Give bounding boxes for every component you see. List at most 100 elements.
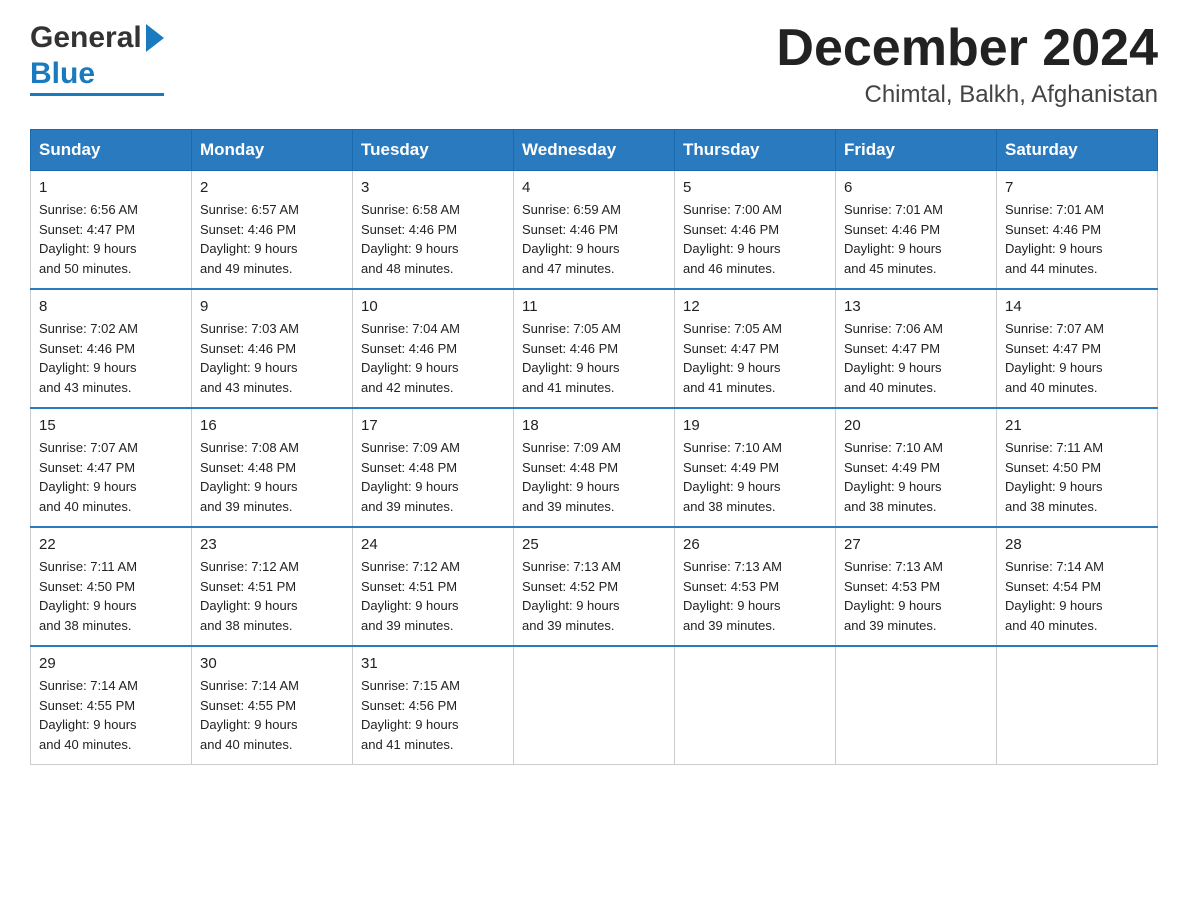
day-of-week-header: Monday	[192, 130, 353, 171]
day-number: 21	[1005, 417, 1149, 434]
day-info: Sunrise: 7:15 AMSunset: 4:56 PMDaylight:…	[361, 676, 505, 754]
month-title: December 2024	[776, 20, 1158, 77]
day-number: 7	[1005, 179, 1149, 196]
day-info: Sunrise: 7:13 AMSunset: 4:53 PMDaylight:…	[844, 557, 988, 635]
day-info: Sunrise: 7:11 AMSunset: 4:50 PMDaylight:…	[1005, 438, 1149, 516]
day-number: 4	[522, 179, 666, 196]
day-number: 1	[39, 179, 183, 196]
day-number: 14	[1005, 298, 1149, 315]
day-number: 20	[844, 417, 988, 434]
day-info: Sunrise: 7:14 AMSunset: 4:55 PMDaylight:…	[39, 676, 183, 754]
calendar-day-cell: 5 Sunrise: 7:00 AMSunset: 4:46 PMDaylight…	[675, 171, 836, 290]
calendar-day-cell: 11 Sunrise: 7:05 AMSunset: 4:46 PMDayligh…	[514, 289, 675, 408]
day-number: 25	[522, 536, 666, 553]
day-info: Sunrise: 7:01 AMSunset: 4:46 PMDaylight:…	[844, 200, 988, 278]
calendar-day-cell: 17Sunrise: 7:09 AMSunset: 4:48 PMDayligh…	[353, 408, 514, 527]
calendar-day-cell: 21 Sunrise: 7:11 AMSunset: 4:50 PMDayligh…	[997, 408, 1158, 527]
day-number: 19	[683, 417, 827, 434]
calendar-day-cell: 26Sunrise: 7:13 AMSunset: 4:53 PMDayligh…	[675, 527, 836, 646]
calendar-day-cell: 22 Sunrise: 7:11 AMSunset: 4:50 PMDayligh…	[31, 527, 192, 646]
calendar-day-cell	[836, 646, 997, 765]
day-of-week-header: Thursday	[675, 130, 836, 171]
day-info: Sunrise: 7:01 AMSunset: 4:46 PMDaylight:…	[1005, 200, 1149, 278]
day-number: 10	[361, 298, 505, 315]
day-of-week-header: Friday	[836, 130, 997, 171]
day-number: 15	[39, 417, 183, 434]
day-info: Sunrise: 7:14 AMSunset: 4:54 PMDaylight:…	[1005, 557, 1149, 635]
calendar-week-row: 29 Sunrise: 7:14 AMSunset: 4:55 PMDayligh…	[31, 646, 1158, 765]
page-header: General Blue December 2024 Chimtal, Balk…	[30, 20, 1158, 109]
calendar-header-row: SundayMondayTuesdayWednesdayThursdayFrid…	[31, 130, 1158, 171]
day-info: Sunrise: 7:10 AMSunset: 4:49 PMDaylight:…	[844, 438, 988, 516]
day-info: Sunrise: 7:12 AMSunset: 4:51 PMDaylight:…	[361, 557, 505, 635]
calendar-week-row: 22 Sunrise: 7:11 AMSunset: 4:50 PMDayligh…	[31, 527, 1158, 646]
day-info: Sunrise: 7:10 AMSunset: 4:49 PMDaylight:…	[683, 438, 827, 516]
day-number: 6	[844, 179, 988, 196]
calendar-day-cell: 31 Sunrise: 7:15 AMSunset: 4:56 PMDayligh…	[353, 646, 514, 765]
calendar-day-cell: 28 Sunrise: 7:14 AMSunset: 4:54 PMDayligh…	[997, 527, 1158, 646]
day-number: 9	[200, 298, 344, 315]
day-number: 23	[200, 536, 344, 553]
day-info: Sunrise: 7:05 AMSunset: 4:47 PMDaylight:…	[683, 319, 827, 397]
calendar-day-cell: 30 Sunrise: 7:14 AMSunset: 4:55 PMDayligh…	[192, 646, 353, 765]
calendar-day-cell: 12 Sunrise: 7:05 AMSunset: 4:47 PMDayligh…	[675, 289, 836, 408]
calendar-day-cell: 13Sunrise: 7:06 AMSunset: 4:47 PMDayligh…	[836, 289, 997, 408]
day-number: 12	[683, 298, 827, 315]
calendar-day-cell: 1 Sunrise: 6:56 AMSunset: 4:47 PMDaylight…	[31, 171, 192, 290]
calendar-day-cell: 20 Sunrise: 7:10 AMSunset: 4:49 PMDayligh…	[836, 408, 997, 527]
day-number: 22	[39, 536, 183, 553]
day-info: Sunrise: 6:57 AMSunset: 4:46 PMDaylight:…	[200, 200, 344, 278]
day-number: 28	[1005, 536, 1149, 553]
day-info: Sunrise: 7:09 AMSunset: 4:48 PMDaylight:…	[361, 438, 505, 516]
day-info: Sunrise: 7:13 AMSunset: 4:52 PMDaylight:…	[522, 557, 666, 635]
day-info: Sunrise: 7:00 AMSunset: 4:46 PMDaylight:…	[683, 200, 827, 278]
calendar-day-cell: 7 Sunrise: 7:01 AMSunset: 4:46 PMDaylight…	[997, 171, 1158, 290]
calendar-day-cell: 27Sunrise: 7:13 AMSunset: 4:53 PMDayligh…	[836, 527, 997, 646]
calendar-week-row: 1 Sunrise: 6:56 AMSunset: 4:47 PMDaylight…	[31, 171, 1158, 290]
calendar-week-row: 8Sunrise: 7:02 AMSunset: 4:46 PMDaylight…	[31, 289, 1158, 408]
day-info: Sunrise: 7:09 AMSunset: 4:48 PMDaylight:…	[522, 438, 666, 516]
day-of-week-header: Sunday	[31, 130, 192, 171]
day-number: 30	[200, 655, 344, 672]
day-info: Sunrise: 7:06 AMSunset: 4:47 PMDaylight:…	[844, 319, 988, 397]
logo-underline	[30, 93, 164, 96]
logo-arrow-icon	[146, 24, 164, 52]
day-info: Sunrise: 6:58 AMSunset: 4:46 PMDaylight:…	[361, 200, 505, 278]
day-info: Sunrise: 7:14 AMSunset: 4:55 PMDaylight:…	[200, 676, 344, 754]
calendar-day-cell	[997, 646, 1158, 765]
logo-general-text: General	[30, 20, 142, 56]
day-info: Sunrise: 7:02 AMSunset: 4:46 PMDaylight:…	[39, 319, 183, 397]
day-info: Sunrise: 7:07 AMSunset: 4:47 PMDaylight:…	[1005, 319, 1149, 397]
calendar-day-cell: 25 Sunrise: 7:13 AMSunset: 4:52 PMDayligh…	[514, 527, 675, 646]
day-number: 5	[683, 179, 827, 196]
day-number: 3	[361, 179, 505, 196]
day-number: 11	[522, 298, 666, 315]
calendar-day-cell	[675, 646, 836, 765]
calendar-day-cell: 19 Sunrise: 7:10 AMSunset: 4:49 PMDayligh…	[675, 408, 836, 527]
day-info: Sunrise: 7:12 AMSunset: 4:51 PMDaylight:…	[200, 557, 344, 635]
day-number: 2	[200, 179, 344, 196]
calendar-day-cell: 24 Sunrise: 7:12 AMSunset: 4:51 PMDayligh…	[353, 527, 514, 646]
day-of-week-header: Wednesday	[514, 130, 675, 171]
calendar-table: SundayMondayTuesdayWednesdayThursdayFrid…	[30, 129, 1158, 765]
location-title: Chimtal, Balkh, Afghanistan	[776, 81, 1158, 109]
day-info: Sunrise: 6:59 AMSunset: 4:46 PMDaylight:…	[522, 200, 666, 278]
day-of-week-header: Tuesday	[353, 130, 514, 171]
day-number: 24	[361, 536, 505, 553]
day-info: Sunrise: 7:04 AMSunset: 4:46 PMDaylight:…	[361, 319, 505, 397]
calendar-day-cell: 6 Sunrise: 7:01 AMSunset: 4:46 PMDaylight…	[836, 171, 997, 290]
calendar-week-row: 15Sunrise: 7:07 AMSunset: 4:47 PMDayligh…	[31, 408, 1158, 527]
calendar-day-cell	[514, 646, 675, 765]
title-block: December 2024 Chimtal, Balkh, Afghanista…	[776, 20, 1158, 109]
calendar-day-cell: 8Sunrise: 7:02 AMSunset: 4:46 PMDaylight…	[31, 289, 192, 408]
day-info: Sunrise: 7:03 AMSunset: 4:46 PMDaylight:…	[200, 319, 344, 397]
day-info: Sunrise: 6:56 AMSunset: 4:47 PMDaylight:…	[39, 200, 183, 278]
calendar-day-cell: 3 Sunrise: 6:58 AMSunset: 4:46 PMDaylight…	[353, 171, 514, 290]
day-number: 31	[361, 655, 505, 672]
day-info: Sunrise: 7:11 AMSunset: 4:50 PMDaylight:…	[39, 557, 183, 635]
calendar-day-cell: 16Sunrise: 7:08 AMSunset: 4:48 PMDayligh…	[192, 408, 353, 527]
calendar-day-cell: 9 Sunrise: 7:03 AMSunset: 4:46 PMDaylight…	[192, 289, 353, 408]
day-of-week-header: Saturday	[997, 130, 1158, 171]
day-number: 29	[39, 655, 183, 672]
day-info: Sunrise: 7:05 AMSunset: 4:46 PMDaylight:…	[522, 319, 666, 397]
